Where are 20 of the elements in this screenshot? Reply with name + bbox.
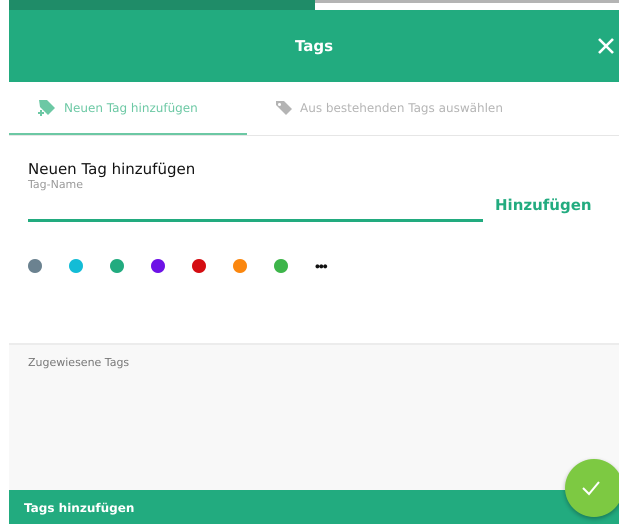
assigned-label: Zugewiesene Tags (28, 356, 130, 369)
color-dot[interactable] (192, 259, 206, 273)
color-dot[interactable] (28, 259, 42, 273)
color-dot[interactable] (233, 259, 247, 273)
footer-label: Tags hinzufügen (24, 500, 134, 514)
add-button[interactable]: Hinzufügen (485, 196, 592, 222)
close-icon[interactable] (597, 37, 615, 55)
tab[interactable]: Aus bestehenden Tags auswählen (247, 82, 503, 135)
tag-icon (275, 100, 293, 116)
more-colors-button[interactable]: ••• (315, 258, 327, 274)
color-dot[interactable] (151, 259, 165, 273)
tab[interactable]: Neuen Tag hinzufügen (9, 82, 247, 135)
color-dot[interactable] (69, 259, 83, 273)
color-dot[interactable] (110, 259, 124, 273)
tag-plus-icon (37, 98, 57, 116)
section-heading: Neuen Tag hinzufügen (28, 160, 196, 178)
dialog-title: Tags (294, 37, 334, 55)
check-icon (581, 480, 601, 496)
color-dot[interactable] (274, 259, 288, 273)
tag-name-field[interactable]: Tag-Name (28, 178, 483, 222)
